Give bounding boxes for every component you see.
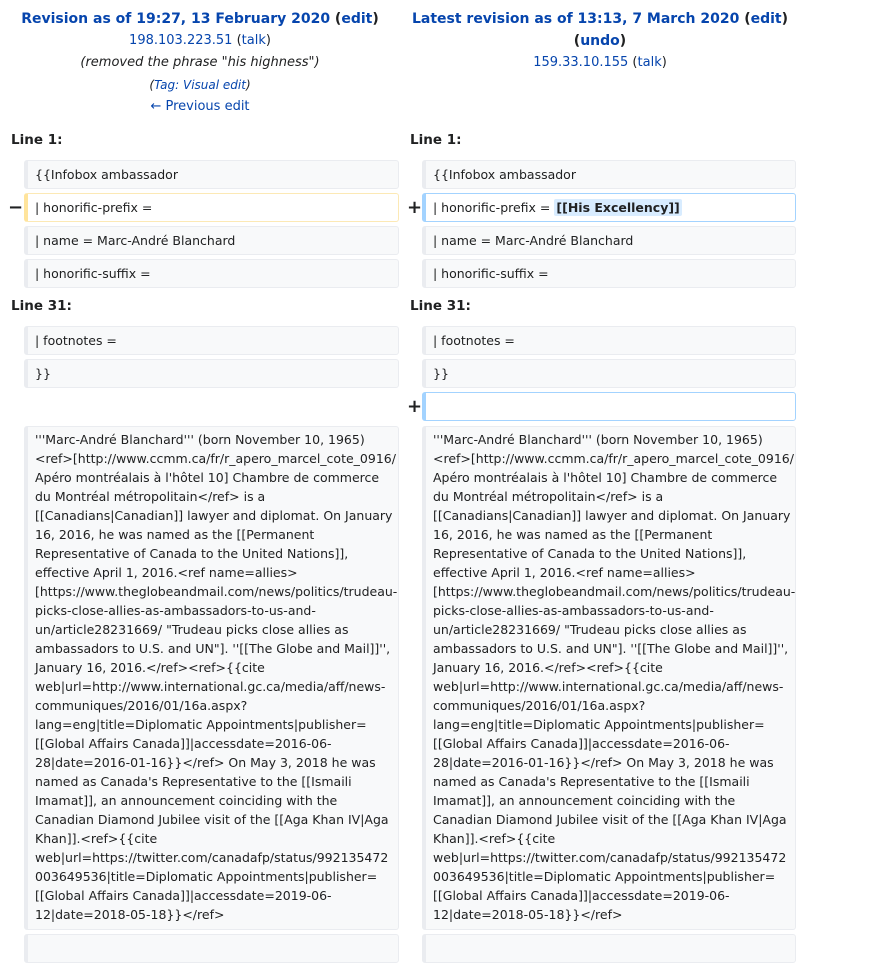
context-empty-line [422, 934, 796, 963]
paragraph-line: ambassadors to U.S. and UN"]. ''[[The Gl… [433, 641, 789, 656]
left-revision-link[interactable]: Revision as of 19:27, 13 February 2020 [21, 11, 330, 27]
previous-edit-link[interactable]: ← Previous edit [150, 99, 249, 114]
paragraph-line: Apéro montréalais à l'hôtel 10] Chambre … [35, 470, 380, 485]
paragraph-line: 003649536|title=Diplomatic Appointments|… [35, 869, 378, 884]
paragraph-line: '''Marc-André Blanchard''' (born Novembe… [433, 432, 763, 447]
paragraph-line: Representative of Canada to the United N… [35, 546, 349, 561]
undo-link[interactable]: undo [580, 33, 620, 49]
paragraph-line: [[Canadians|Canadian]] lawyer and diplom… [433, 508, 791, 523]
paragraph-line: web|url=https://twitter.com/canadafp/sta… [433, 850, 787, 865]
paragraph-line: January 16, 2016.</ref><ref>{{cite [433, 660, 663, 675]
paragraph-line: Canadian Diamond Jubilee visit of the [[… [433, 812, 787, 827]
context-empty-line [24, 934, 399, 963]
right-talk-link[interactable]: talk [638, 55, 662, 70]
context-line: | footnotes = [422, 326, 796, 355]
paragraph-line: picks-close-allies-as-ambassadors-to-us-… [35, 603, 316, 618]
paragraph-line: du Montréal métropolitain</ref> is a [433, 489, 664, 504]
paragraph-line: web|url=http://www.international.gc.ca/m… [433, 679, 784, 694]
paragraph-line: 16, 2016, he was named as the [[Permanen… [35, 527, 315, 542]
left-line-number: Line 1: [11, 132, 63, 148]
paragraph-line: Representative of Canada to the United N… [433, 546, 747, 561]
paragraph-line: [https://www.theglobeandmail.com/news/po… [35, 584, 398, 599]
paragraph-line: [[Global Affairs Canada]]|accessdate=201… [35, 888, 332, 903]
paragraph-line: communiques/2016/01/16a.aspx? [433, 698, 646, 713]
paragraph-line: lang=eng|title=Diplomatic Appointments|p… [35, 717, 367, 732]
paragraph-line: named as Canada's Representative to the … [35, 774, 352, 789]
paragraph-line: 16, 2016, he was named as the [[Permanen… [433, 527, 713, 542]
right-revision-header: Latest revision as of 13:13, 7 March 202… [411, 11, 789, 70]
left-revision-header: Revision as of 19:27, 13 February 2020 (… [0, 8, 400, 118]
context-line: | honorific-suffix = [422, 259, 796, 288]
paragraph-line: [[Canadians|Canadian]] lawyer and diplom… [35, 508, 393, 523]
paragraph-line: Apéro montréalais à l'hôtel 10] Chambre … [433, 470, 778, 485]
right-edit-link[interactable]: edit [751, 11, 782, 27]
deleted-line: | honorific-prefix = [24, 193, 399, 222]
context-line: }} [422, 359, 796, 388]
context-line: | name = Marc-André Blanchard [24, 226, 399, 255]
paragraph-line: [[Global Affairs Canada]]|accessdate=201… [433, 736, 730, 751]
left-edit-link[interactable]: edit [341, 11, 372, 27]
context-line: | footnotes = [24, 326, 399, 355]
context-line: {{Infobox ambassador [24, 160, 399, 189]
paragraph-line: un/article28231669/ "Trudeau picks close… [433, 622, 747, 637]
paragraph-line: 28|date=2016-01-16}}</ref> On May 3, 201… [433, 755, 774, 770]
left-user-link[interactable]: 198.103.223.51 [129, 33, 232, 48]
paragraph-line: web|url=http://www.international.gc.ca/m… [35, 679, 386, 694]
added-line-text: | honorific-prefix = [433, 200, 551, 215]
paragraph-line: Canadian Diamond Jubilee visit of the [[… [35, 812, 389, 827]
paragraph-line: ambassadors to U.S. and UN"]. ''[[The Gl… [35, 641, 391, 656]
paragraph-line: effective April 1, 2016.<ref name=allies… [35, 565, 298, 580]
paragraph-line: du Montréal métropolitain</ref> is a [35, 489, 266, 504]
added-empty-line [422, 392, 796, 421]
paragraph-line: 12|date=2018-05-18}}</ref> [433, 907, 623, 922]
right-line-number: Line 31: [410, 298, 471, 314]
paragraph-line: web|url=https://twitter.com/canadafp/sta… [35, 850, 389, 865]
left-talk-link[interactable]: talk [242, 33, 266, 48]
paragraph-line: un/article28231669/ "Trudeau picks close… [35, 622, 349, 637]
paragraph-line: lang=eng|title=Diplomatic Appointments|p… [433, 717, 765, 732]
paragraph-line: Khan]].<ref>{{cite [433, 831, 556, 846]
paragraph-line: [[Global Affairs Canada]]|accessdate=201… [433, 888, 730, 903]
paragraph-line: Imamat]], an announcement coinciding wit… [433, 793, 736, 808]
tag-label-link[interactable]: Tag: [154, 78, 179, 92]
context-line: | honorific-suffix = [24, 259, 399, 288]
right-line-number: Line 1: [410, 132, 462, 148]
paragraph-line: 003649536|title=Diplomatic Appointments|… [433, 869, 776, 884]
context-line: | name = Marc-André Blanchard [422, 226, 796, 255]
plus-marker: + [407, 396, 423, 417]
paragraph-line: effective April 1, 2016.<ref name=allies… [433, 565, 696, 580]
paragraph-line: [[Global Affairs Canada]]|accessdate=201… [35, 736, 332, 751]
paragraph-line: <ref>[http://www.ccmm.ca/fr/r_apero_marc… [433, 451, 794, 466]
paragraph-line: picks-close-allies-as-ambassadors-to-us-… [433, 603, 714, 618]
paragraph-line: January 16, 2016.</ref><ref>{{cite [35, 660, 265, 675]
paragraph-line: [https://www.theglobeandmail.com/news/po… [433, 584, 796, 599]
added-line: | honorific-prefix = [[His Excellency]] [422, 193, 796, 222]
tag-link[interactable]: Visual edit [183, 78, 246, 92]
plus-marker: + [407, 197, 423, 218]
inserted-text: [[His Excellency]] [554, 199, 682, 216]
context-line: }} [24, 359, 399, 388]
left-line-number: Line 31: [11, 298, 72, 314]
paragraph-line: communiques/2016/01/16a.aspx? [35, 698, 248, 713]
paragraph-line: Khan]].<ref>{{cite [35, 831, 158, 846]
context-line: {{Infobox ambassador [422, 160, 796, 189]
context-paragraph: '''Marc-André Blanchard''' (born Novembe… [422, 426, 796, 930]
minus-marker: − [8, 197, 24, 218]
context-paragraph: '''Marc-André Blanchard''' (born Novembe… [24, 426, 399, 930]
right-revision-link[interactable]: Latest revision as of 13:13, 7 March 202… [412, 11, 739, 27]
paragraph-line: <ref>[http://www.ccmm.ca/fr/r_apero_marc… [35, 451, 396, 466]
paragraph-line: Imamat]], an announcement coinciding wit… [35, 793, 338, 808]
paragraph-line: '''Marc-André Blanchard''' (born Novembe… [35, 432, 365, 447]
right-user-link[interactable]: 159.33.10.155 [533, 55, 628, 70]
paragraph-line: named as Canada's Representative to the … [433, 774, 750, 789]
edit-summary: (removed the phrase "his highness") [80, 55, 320, 70]
paragraph-line: 12|date=2018-05-18}}</ref> [35, 907, 225, 922]
paragraph-line: 28|date=2016-01-16}}</ref> On May 3, 201… [35, 755, 376, 770]
